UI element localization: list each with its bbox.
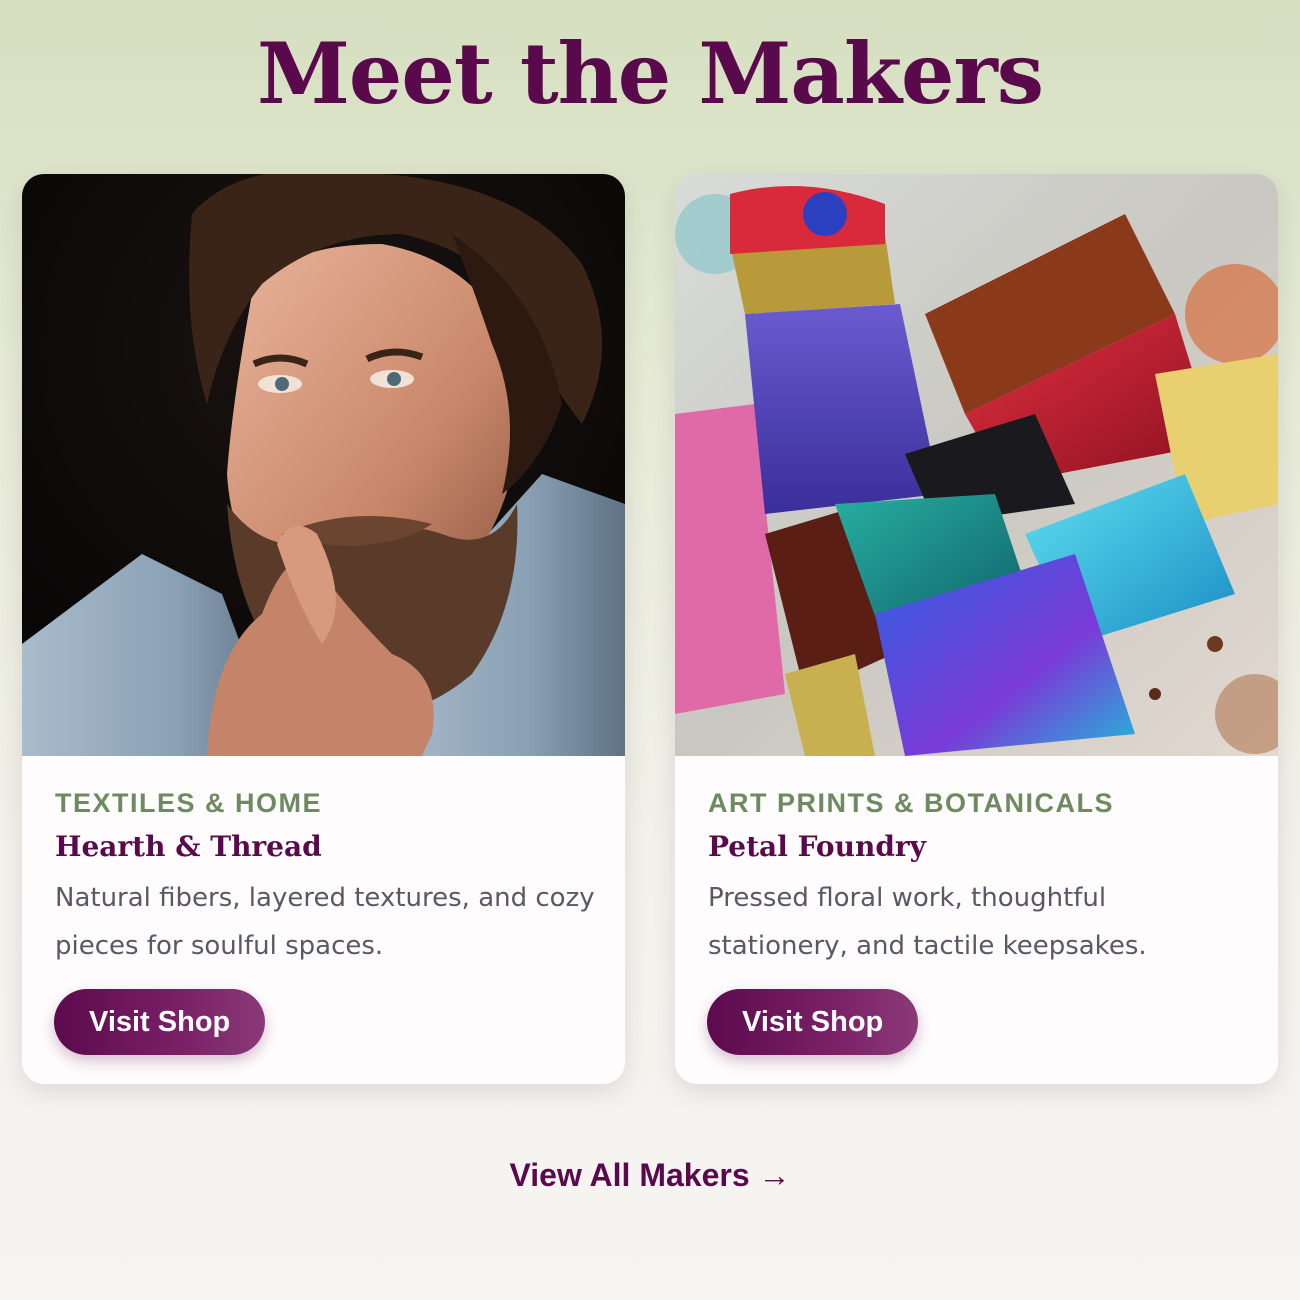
page-title: Meet the Makers xyxy=(256,24,1044,123)
visit-shop-button[interactable]: Visit Shop xyxy=(707,989,919,1055)
maker-name: Hearth & Thread xyxy=(55,830,322,863)
maker-card-hearth-thread: TEXTILES & HOME Hearth & Thread Natural … xyxy=(22,174,625,1084)
maker-description: Natural fibers, layered textures, and co… xyxy=(55,883,595,961)
maker-name: Petal Foundry xyxy=(708,830,926,863)
maker-category: TEXTILES & HOME xyxy=(55,788,323,818)
maker-category: ART PRINTS & BOTANICALS xyxy=(708,788,1114,818)
view-all-makers-row: View All Makers → xyxy=(0,1157,1300,1194)
maker-card-petal-foundry: ART PRINTS & BOTANICALS Petal Foundry Pr… xyxy=(675,174,1278,1084)
view-all-makers-link[interactable]: View All Makers → xyxy=(509,1157,790,1193)
maker-photo-brushes xyxy=(675,174,1278,756)
maker-photo-portrait xyxy=(22,174,625,756)
visit-shop-button[interactable]: Visit Shop xyxy=(54,989,266,1055)
maker-description: Pressed floral work, thoughtful statione… xyxy=(708,883,1147,961)
